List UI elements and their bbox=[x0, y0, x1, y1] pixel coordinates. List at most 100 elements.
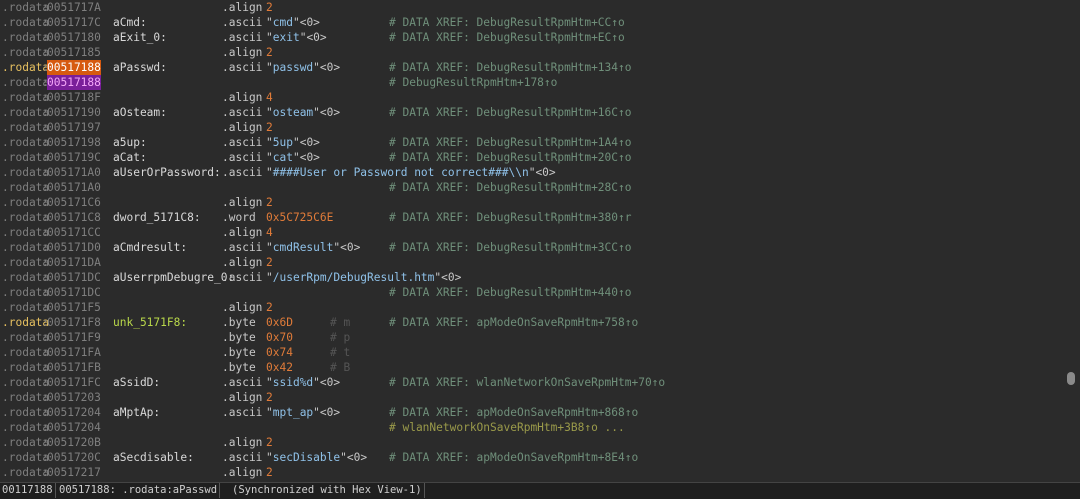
listing-row[interactable]: .rodata:00517197 .align 2 bbox=[0, 120, 1066, 135]
numeric-literal: 0x6D bbox=[266, 316, 293, 329]
listing-row[interactable]: .rodata:00517203 .align 2 bbox=[0, 390, 1066, 405]
listing-row[interactable]: .rodata:0051720B .align 2 bbox=[0, 435, 1066, 450]
operand: 2 bbox=[266, 120, 273, 135]
status-bar: 00117188 00517188: .rodata:aPasswd (Sync… bbox=[0, 482, 1080, 499]
disassembly-listing[interactable]: .rodata:0051717A .align 2 .rodata:0051717C a… bbox=[0, 0, 1066, 480]
address: 005171F9 bbox=[47, 331, 101, 344]
label-name: aSsidD: bbox=[113, 376, 161, 389]
listing-row[interactable]: .rodata:005171C6 .align 2 bbox=[0, 195, 1066, 210]
directive: .align bbox=[222, 256, 263, 269]
numeric-literal: 2 bbox=[266, 196, 273, 209]
status-sync: (Synchronized with Hex View-1) bbox=[230, 483, 425, 498]
directive: .ascii bbox=[222, 241, 263, 254]
operand: 2 bbox=[266, 300, 273, 315]
xref-comment: # DATA XREF: DebugResultRpmHtm+1A4↑o bbox=[389, 136, 632, 149]
listing-row[interactable]: .rodata:0051717C aCmd: .ascii "cmd"<0> # DAT… bbox=[0, 15, 1066, 30]
address: 00517188 bbox=[47, 75, 101, 90]
xref-comment: # DATA XREF: apModeOnSaveRpmHtm+758↑o bbox=[389, 316, 639, 329]
listing-row[interactable]: .rodata:005171FA .byte 0x74 # t bbox=[0, 345, 1066, 360]
listing-row[interactable]: .rodata:00517180 aExit_0: .ascii "exit"<0> #… bbox=[0, 30, 1066, 45]
listing-row[interactable]: .rodata:0051718F .align 4 bbox=[0, 90, 1066, 105]
listing-row[interactable]: .rodata:005171DC aUserrpmDebugre_0: .ascii… bbox=[0, 270, 1066, 285]
address: 00517217 bbox=[47, 466, 101, 479]
listing-row[interactable]: .rodata:005171D0 aCmdresult: .ascii "cmdRes… bbox=[0, 240, 1066, 255]
address: 005171F8 bbox=[47, 316, 101, 329]
listing-row[interactable]: .rodata:00517204 # wlanNetworkOnSaveRpmHt… bbox=[0, 420, 1066, 435]
string-literal: mpt_ap bbox=[272, 406, 314, 419]
operand-text: "<0> bbox=[434, 271, 462, 284]
xref-comment: # DATA XREF: DebugResultRpmHtm+20C↑o bbox=[389, 151, 632, 164]
operand: 0x42 bbox=[266, 360, 293, 375]
listing-row[interactable]: .rodata:00517204 aMptAp: .ascii "mpt_ap"<0>… bbox=[0, 405, 1066, 420]
listing-row[interactable]: .rodata:00517185 .align 2 bbox=[0, 45, 1066, 60]
operand: "####User or Password not correct###\\n"… bbox=[266, 165, 556, 180]
listing-row[interactable]: .rodata:005171A0 aUserOrPassword: .ascii "#… bbox=[0, 165, 1066, 180]
address: 00517185 bbox=[47, 46, 101, 59]
listing-row[interactable]: .rodata:0051720C aSecdisable: .ascii "secDi… bbox=[0, 450, 1066, 465]
operand-text: " bbox=[266, 61, 273, 74]
listing-row[interactable]: .rodata:005171CC .align 4 bbox=[0, 225, 1066, 240]
numeric-literal: 2 bbox=[266, 46, 273, 59]
label-name: a5up: bbox=[113, 136, 147, 149]
listing-row[interactable]: .rodata:005171FB .byte 0x42 # B bbox=[0, 360, 1066, 375]
listing-row[interactable]: .rodata:005171A0 # DATA XREF: DebugResult… bbox=[0, 180, 1066, 195]
listing-row[interactable]: .rodata:005171C8 dword_5171C8: .word 0x5C72… bbox=[0, 210, 1066, 225]
xref-comment: # DATA XREF: DebugResultRpmHtm+440↑o bbox=[389, 286, 632, 299]
listing-row[interactable]: .rodata:005171DA .align 2 bbox=[0, 255, 1066, 270]
directive: .ascii bbox=[222, 16, 263, 29]
operand: 2 bbox=[266, 0, 273, 15]
operand: 2 bbox=[266, 45, 273, 60]
operand-text: "<0> bbox=[313, 376, 341, 389]
directive: .ascii bbox=[222, 31, 263, 44]
label-name: aUserrpmDebugre_0: bbox=[113, 271, 235, 284]
string-literal: cat bbox=[272, 151, 293, 164]
address: 005171C8 bbox=[47, 211, 101, 224]
listing-row[interactable]: .rodata:0051719C aCat: .ascii "cat"<0> # DAT… bbox=[0, 150, 1066, 165]
xref-comment: # DATA XREF: wlanNetworkOnSaveRpmHtm+70↑… bbox=[389, 376, 666, 389]
directive: .ascii bbox=[222, 61, 263, 74]
xref-comment: # p bbox=[330, 331, 351, 344]
xref-comment: # DATA XREF: apModeOnSaveRpmHtm+8E4↑o bbox=[389, 451, 639, 464]
listing-row[interactable]: .rodata:00517190 aOsteam: .ascii "osteam"<0… bbox=[0, 105, 1066, 120]
operand: 2 bbox=[266, 390, 273, 405]
directive: .align bbox=[222, 1, 263, 14]
address: 005171D0 bbox=[47, 241, 101, 254]
directive: .align bbox=[222, 436, 263, 449]
operand: "ssid%d"<0> bbox=[266, 375, 340, 390]
operand: "cat"<0> bbox=[266, 150, 320, 165]
listing-row[interactable]: .rodata:00517217 .align 2 bbox=[0, 465, 1066, 480]
listing-row[interactable]: .rodata:00517198 a5up: .ascii "5up"<0> # DAT… bbox=[0, 135, 1066, 150]
numeric-literal: 0x74 bbox=[266, 346, 293, 359]
operand: "passwd"<0> bbox=[266, 60, 340, 75]
label-name: aCmd: bbox=[113, 16, 147, 29]
listing-row[interactable]: .rodata:0051717A .align 2 bbox=[0, 0, 1066, 15]
listing-row[interactable]: .rodata:005171F8 unk_5171F8: .byte 0x6D # m #… bbox=[0, 315, 1066, 330]
operand-text: "<0> bbox=[292, 151, 320, 164]
listing-row[interactable]: .rodata:00517188 # DebugResultRpmHtm+178↑… bbox=[0, 75, 1066, 90]
listing-row[interactable]: .rodata:005171F9 .byte 0x70 # p bbox=[0, 330, 1066, 345]
operand: 4 bbox=[266, 225, 273, 240]
string-literal: osteam bbox=[272, 106, 314, 119]
listing-row[interactable]: .rodata:005171FC aSsidD: .ascii "ssid%d"<0>… bbox=[0, 375, 1066, 390]
numeric-literal: 0x42 bbox=[266, 361, 293, 374]
label-name: aCat: bbox=[113, 151, 147, 164]
label-name: aExit_0: bbox=[113, 31, 167, 44]
scrollbar-thumb[interactable] bbox=[1067, 372, 1075, 385]
operand-text: " bbox=[266, 166, 273, 179]
string-literal: cmdResult bbox=[272, 241, 334, 254]
directive: .ascii bbox=[222, 451, 263, 464]
string-literal: secDisable bbox=[272, 451, 341, 464]
listing-row[interactable]: .rodata:00517188 aPasswd: .ascii "passwd"<0… bbox=[0, 60, 1066, 75]
status-file-offset: 00117188 bbox=[0, 483, 56, 498]
operand-text: "<0> bbox=[313, 406, 341, 419]
label-name: aUserOrPassword: bbox=[113, 166, 221, 179]
string-literal: exit bbox=[272, 31, 300, 44]
vertical-scrollbar[interactable] bbox=[1066, 0, 1076, 480]
listing-row[interactable]: .rodata:005171F5 .align 2 bbox=[0, 300, 1066, 315]
listing-row[interactable]: .rodata:005171DC # DATA XREF: DebugResult… bbox=[0, 285, 1066, 300]
xref-comment: # DATA XREF: DebugResultRpmHtm+16C↑o bbox=[389, 106, 632, 119]
label-name: aMptAp: bbox=[113, 406, 161, 419]
operand-text: " bbox=[266, 271, 273, 284]
operand: "secDisable"<0> bbox=[266, 450, 367, 465]
status-location: 00517188: .rodata:aPasswd bbox=[57, 483, 221, 498]
